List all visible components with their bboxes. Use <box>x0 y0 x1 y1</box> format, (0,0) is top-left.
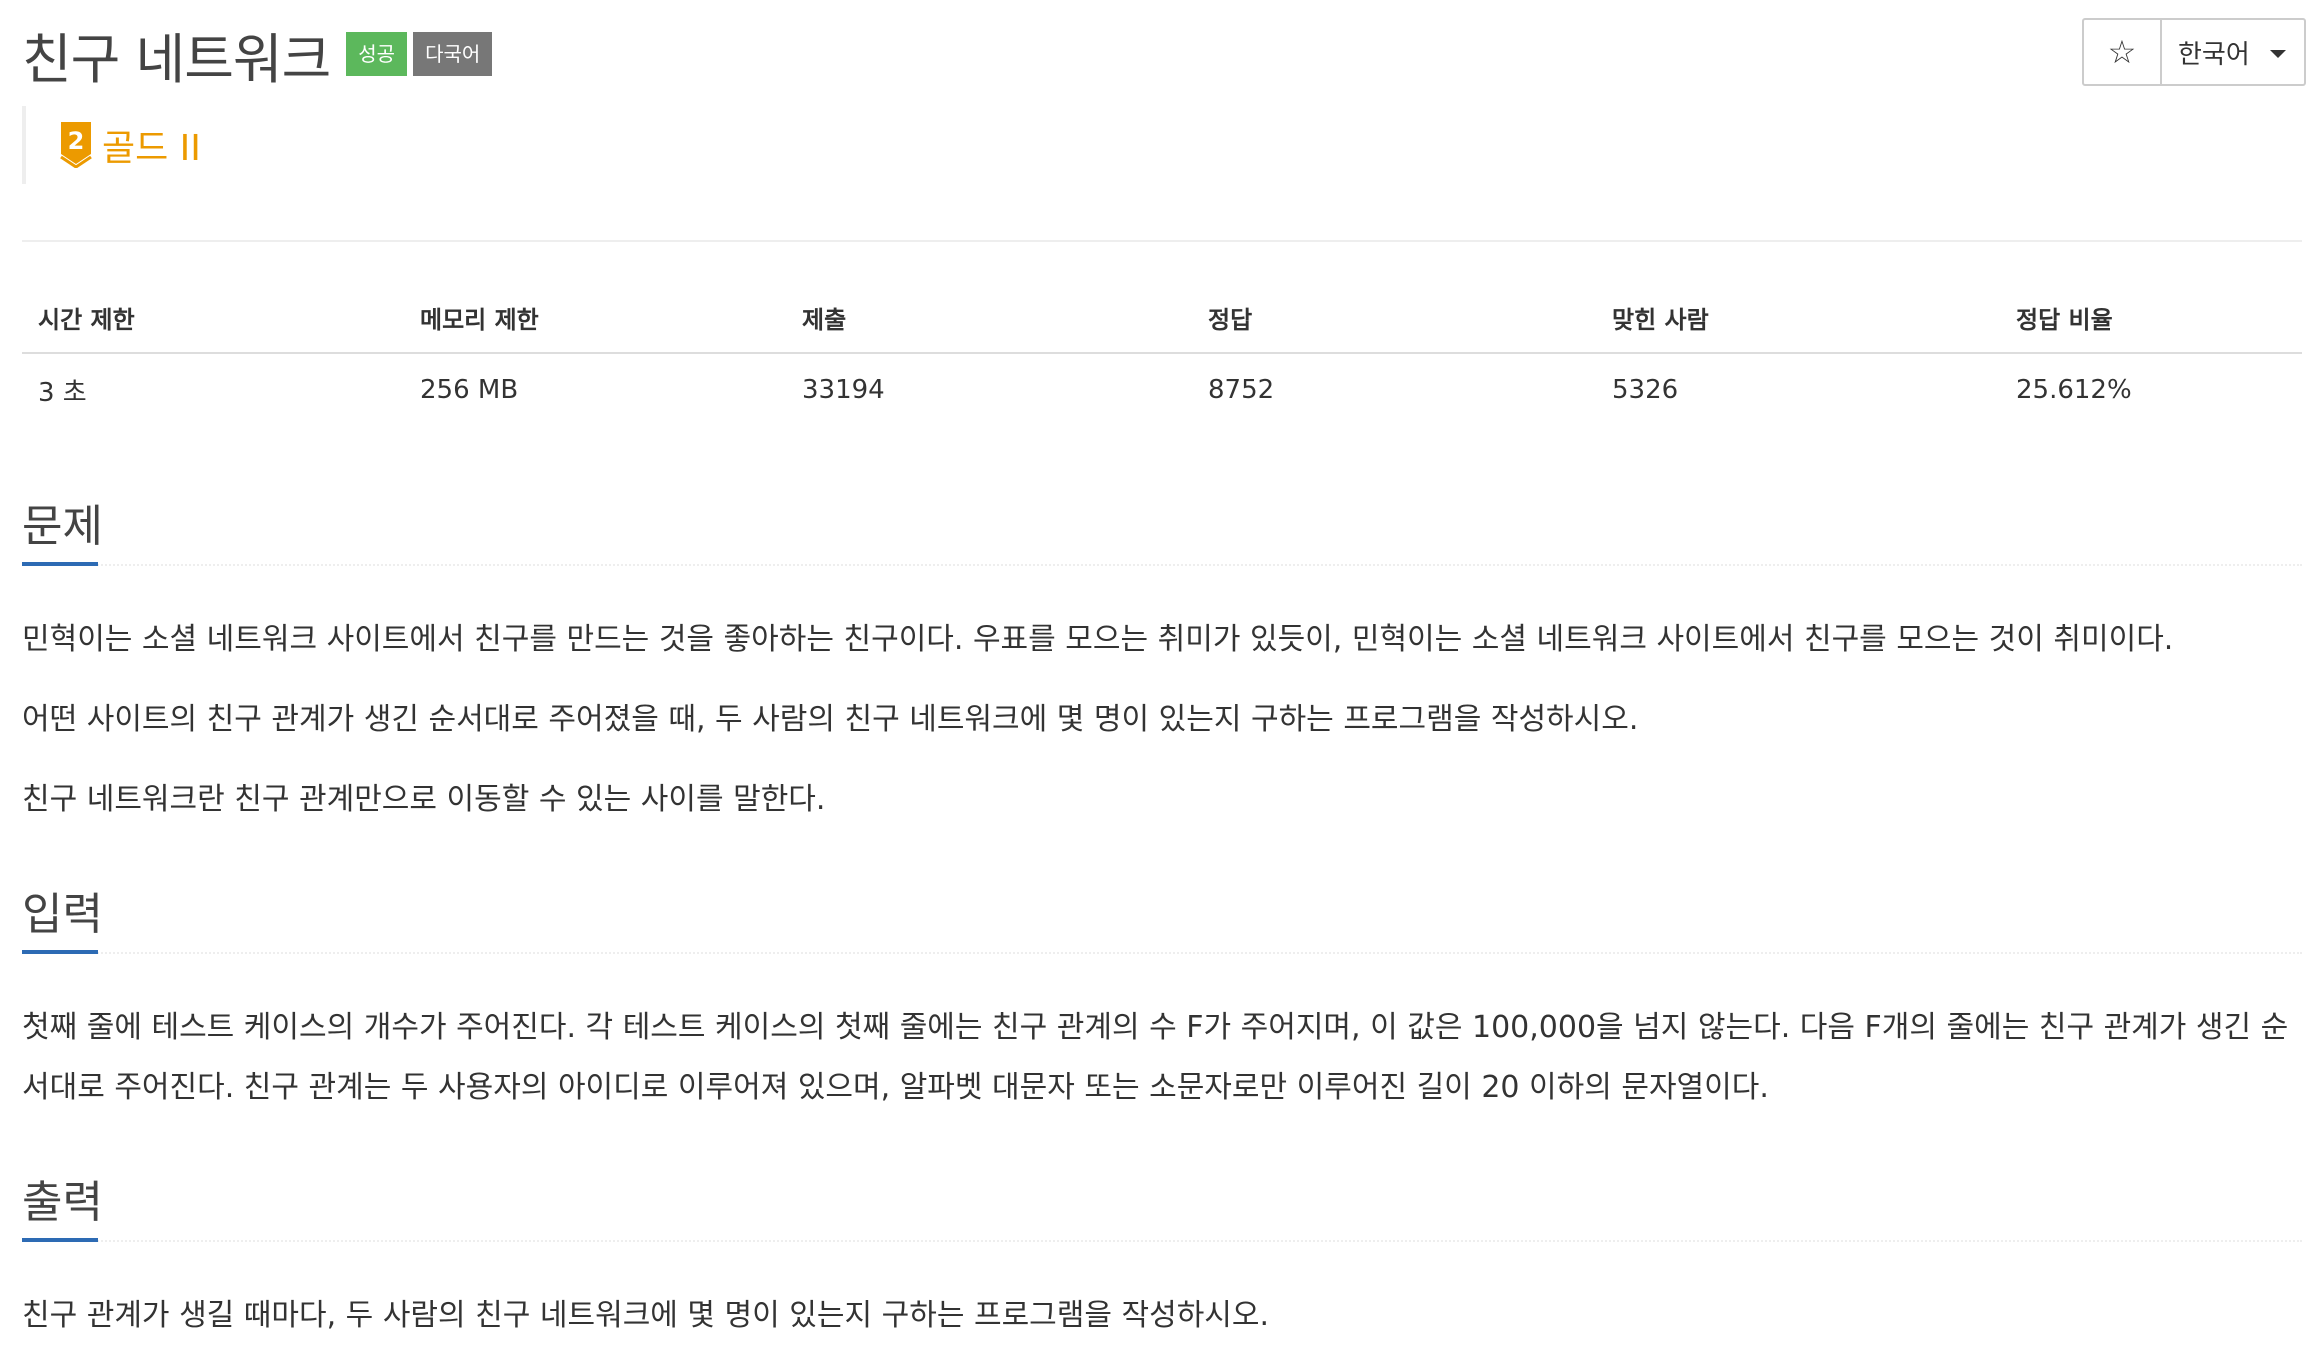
paragraph: 친구 관계가 생길 때마다, 두 사람의 친구 네트워크에 몇 명이 있는지 구… <box>22 1298 1270 1333</box>
stats-header: 정답 <box>1192 282 1596 354</box>
section-body: 첫째 줄에 테스트 케이스의 개수가 주어진다. 각 테스트 케이스의 첫째 줄… <box>22 954 2302 1118</box>
gold-tier-icon: 2 <box>60 122 92 168</box>
paragraph: 첫째 줄에 테스트 케이스의 개수가 주어진다. 각 테스트 케이스의 첫째 줄… <box>22 1010 2289 1105</box>
stats-cell: 3 초 <box>38 377 87 408</box>
input-section: 입력 첫째 줄에 테스트 케이스의 개수가 주어진다. 각 테스트 케이스의 첫… <box>22 876 2302 1118</box>
stats-cell: 256 MB <box>420 375 519 405</box>
paragraph: 민혁이는 소셜 네트워크 사이트에서 친구를 만드는 것을 좋아하는 친구이다.… <box>22 622 2174 657</box>
section-headline: 출력 <box>22 1164 2302 1242</box>
divider <box>22 240 2302 242</box>
section-headline: 입력 <box>22 876 2302 954</box>
heading-underline <box>22 562 98 566</box>
problem-header: 친구 네트워크 성공 다국어 <box>22 14 493 94</box>
stats-row: 3 초 256 MB 33194 8752 5326 25.612% <box>22 353 2302 426</box>
language-dropdown[interactable]: 한국어 <box>2162 20 2304 84</box>
section-heading: 출력 <box>22 1177 103 1228</box>
paragraph: 친구 네트워크란 친구 관계만으로 이동할 수 있는 사이를 말한다. <box>22 782 826 817</box>
stats-cell[interactable]: 8752 <box>1192 353 1596 426</box>
tier-box: 2 골드 II <box>22 106 426 184</box>
star-icon: ☆ <box>2107 33 2137 71</box>
header-actions: ☆ 한국어 <box>2082 18 2306 86</box>
section-body: 친구 관계가 생길 때마다, 두 사람의 친구 네트워크에 몇 명이 있는지 구… <box>22 1242 2302 1346</box>
stats-header: 시간 제한 <box>22 282 404 354</box>
stats-cell[interactable]: 33194 <box>786 353 1192 426</box>
paragraph: 어떤 사이트의 친구 관계가 생긴 순서대로 주어졌을 때, 두 사람의 친구 … <box>22 702 1639 737</box>
stats-header: 정답 비율 <box>2000 282 2302 354</box>
description-section: 문제 민혁이는 소셜 네트워크 사이트에서 친구를 만드는 것을 좋아하는 친구… <box>22 488 2302 830</box>
heading-underline <box>22 950 98 954</box>
caret-down-icon <box>2270 50 2286 58</box>
section-heading: 문제 <box>22 501 103 552</box>
problem-title: 친구 네트워크 <box>22 27 331 91</box>
output-section: 출력 친구 관계가 생길 때마다, 두 사람의 친구 네트워크에 몇 명이 있는… <box>22 1164 2302 1346</box>
stats-header-row: 시간 제한 메모리 제한 제출 정답 맞힌 사람 정답 비율 <box>22 282 2302 354</box>
stats-header: 맞힌 사람 <box>1596 282 2000 354</box>
stats-header: 제출 <box>786 282 1192 354</box>
stats-cell: 25.612% <box>2016 375 2132 405</box>
stats-header: 메모리 제한 <box>404 282 786 354</box>
language-label: 한국어 <box>2178 39 2250 70</box>
problem-stats-table: 시간 제한 메모리 제한 제출 정답 맞힌 사람 정답 비율 3 초 256 M… <box>22 282 2302 426</box>
favorite-button[interactable]: ☆ <box>2084 20 2162 84</box>
tier-label[interactable]: 골드 II <box>102 119 201 171</box>
stats-cell[interactable]: 5326 <box>1596 353 2000 426</box>
heading-underline <box>22 1238 98 1242</box>
success-label: 성공 <box>346 32 408 76</box>
section-heading: 입력 <box>22 889 103 940</box>
section-body: 민혁이는 소셜 네트워크 사이트에서 친구를 만드는 것을 좋아하는 친구이다.… <box>22 566 2302 830</box>
section-headline: 문제 <box>22 488 2302 566</box>
multilang-label: 다국어 <box>413 32 493 76</box>
tier-number: 2 <box>68 127 85 155</box>
problem-page: 친구 네트워크 성공 다국어 ☆ 한국어 2 골드 II 시간 제한 메모리 제… <box>0 0 2314 1368</box>
